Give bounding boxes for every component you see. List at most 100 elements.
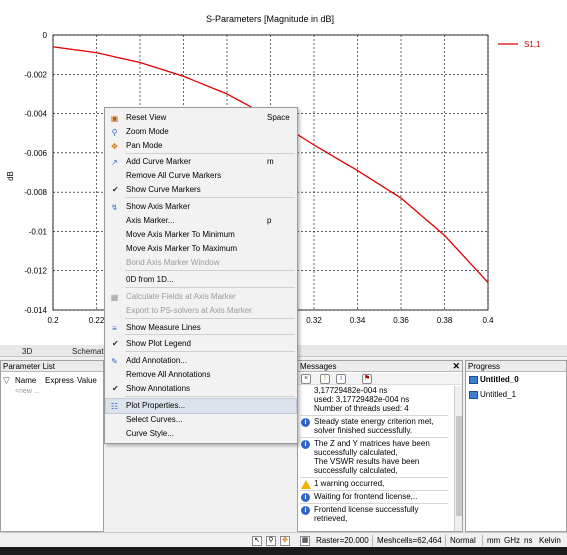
info-icon: i: [301, 493, 310, 502]
clear-messages-icon[interactable]: ×: [301, 374, 311, 384]
menu-item-label: Move Axis Marker To Maximum: [126, 244, 237, 253]
menu-item-add-curve-marker[interactable]: ↗ Add Curve Marker m: [106, 155, 296, 169]
curve-marker-icon: ↗: [111, 158, 118, 167]
menu-item-select-curves[interactable]: Select Curves...: [106, 413, 296, 427]
progress-item[interactable]: Untitled_0: [480, 375, 519, 385]
raster-value: Raster=20.000: [316, 536, 369, 545]
x-tick-label: 0.2: [47, 316, 59, 325]
flag-icon[interactable]: ⚑: [362, 374, 372, 384]
filter-info-icon[interactable]: i: [336, 374, 346, 384]
axis-marker-icon: ↯: [111, 203, 118, 212]
menu-item-label: Zoom Mode: [126, 127, 169, 136]
parameter-list-title: Parameter List: [3, 362, 56, 371]
legend-label: S1,1: [524, 40, 541, 49]
menu-item-label: Plot Properties...: [126, 401, 186, 410]
legend: S1,1: [498, 40, 541, 49]
message-text: used: 3,17729482e-004 ns: [314, 395, 410, 404]
parameter-list-panel: Parameter List ▽ Name Express Value <new…: [0, 360, 104, 532]
progress-item[interactable]: Untitled_1: [480, 390, 516, 400]
column-value[interactable]: Value: [77, 375, 97, 386]
menu-item-show-annotations[interactable]: ✔ Show Annotations: [106, 382, 296, 396]
menu-item-remove-all-curve-markers[interactable]: Remove All Curve Markers: [106, 169, 296, 183]
info-icon: i: [301, 440, 310, 449]
checkmark-icon: ✔: [112, 185, 119, 194]
measure-icon: ≡: [112, 324, 117, 333]
menu-item-add-annotation[interactable]: ✎ Add Annotation...: [106, 354, 296, 368]
tab-3d[interactable]: 3D: [18, 346, 36, 357]
message-separator: [300, 490, 448, 491]
unit-time[interactable]: ns: [521, 533, 535, 548]
column-expression[interactable]: Express: [45, 375, 74, 386]
menu-item-shortcut: Space: [267, 113, 290, 122]
properties-icon: ☷: [110, 402, 119, 411]
menu-item-zoom-mode[interactable]: ⚲ Zoom Mode: [106, 125, 296, 139]
x-tick-label: 0.34: [350, 316, 366, 325]
progress-header: Progress: [466, 361, 566, 372]
menu-item-label: Add Curve Marker: [126, 157, 191, 166]
y-tick-label: -0.008: [24, 188, 47, 197]
filter-warnings-icon[interactable]: !: [320, 374, 330, 384]
messages-close-icon[interactable]: ✕: [452, 361, 460, 371]
checkmark-icon: ✔: [112, 339, 119, 348]
project-icon: [469, 376, 478, 384]
project-icon: [469, 391, 478, 399]
new-parameter-row[interactable]: <new ...: [15, 388, 40, 395]
y-tick-label: -0.004: [24, 110, 47, 119]
menu-item-label: Reset View: [126, 113, 167, 122]
info-icon: i: [301, 506, 310, 515]
messages-panel: Messages ✕ × ! i ⚑ 3,17729482e-004 ns use…: [297, 360, 463, 532]
menu-separator: [125, 318, 295, 319]
menu-item-move-axis-marker-to-minimum[interactable]: Move Axis Marker To Minimum: [106, 228, 296, 242]
messages-title: Messages: [300, 362, 337, 371]
menu-item-show-plot-legend[interactable]: ✔ Show Plot Legend: [106, 337, 296, 351]
menu-item-label: Add Annotation...: [126, 356, 187, 365]
menu-item-axis-marker[interactable]: Axis Marker... p: [106, 214, 296, 228]
menu-item-show-curve-markers[interactable]: ✔ Show Curve Markers: [106, 183, 296, 197]
menu-item-label: Show Axis Marker: [126, 202, 191, 211]
checkmark-icon: ✔: [112, 384, 119, 393]
annotation-icon: ✎: [111, 357, 118, 366]
pan-icon: ✥: [111, 142, 118, 151]
menu-item-0d-from-1d[interactable]: 0D from 1D...: [106, 273, 296, 287]
reset-view-icon: ▣: [110, 114, 119, 123]
messages-toolbar: × ! i ⚑: [298, 373, 462, 385]
x-tick-label: 0.32: [306, 316, 322, 325]
menu-item-curve-style[interactable]: Curve Style...: [106, 427, 296, 441]
menu-item-label: Remove All Annotations: [126, 370, 211, 379]
x-tick-label: 0.38: [437, 316, 453, 325]
select-tool-icon[interactable]: ↖: [252, 536, 262, 546]
x-tick-label: 0.4: [482, 316, 494, 325]
menu-separator: [125, 396, 295, 397]
message-text: retrieved,: [314, 514, 348, 523]
zoom-tool-icon[interactable]: ⚲: [266, 536, 276, 546]
menu-item-bond-axis-marker-window: Bond Axis Marker Window: [106, 256, 296, 270]
menu-item-shortcut: m: [267, 157, 274, 166]
menu-item-show-axis-marker[interactable]: ↯ Show Axis Marker: [106, 200, 296, 214]
menu-item-remove-all-annotations[interactable]: Remove All Annotations: [106, 368, 296, 382]
mode-value[interactable]: Normal: [447, 533, 479, 548]
messages-scroll-thumb[interactable]: [456, 416, 462, 516]
message-text: Number of threads used: 4: [314, 404, 409, 413]
unit-temperature[interactable]: Kelvin: [536, 533, 564, 548]
message-text: 3,17729482e-004 ns: [314, 386, 388, 395]
menu-item-label: Axis Marker...: [126, 216, 175, 225]
menu-item-show-measure-lines[interactable]: ≡ Show Measure Lines: [106, 321, 296, 335]
pan-tool-icon[interactable]: ✥: [280, 536, 290, 546]
menu-separator: [125, 351, 295, 352]
column-name[interactable]: Name: [15, 375, 36, 386]
message-text: Steady state energy criterion met,: [314, 417, 434, 426]
menu-item-reset-view[interactable]: ▣ Reset View Space: [106, 111, 296, 125]
unit-frequency[interactable]: GHz: [501, 533, 523, 548]
filter-icon[interactable]: ▽: [3, 375, 10, 386]
app-window: 0.20.220.240.260.280.30.320.340.360.380.…: [0, 0, 567, 555]
messages-scrollbar[interactable]: [454, 386, 462, 531]
menu-item-pan-mode[interactable]: ✥ Pan Mode: [106, 139, 296, 153]
raster-icon[interactable]: ▦: [300, 536, 310, 546]
menu-item-move-axis-marker-to-maximum[interactable]: Move Axis Marker To Maximum: [106, 242, 296, 256]
x-tick-label: 0.36: [393, 316, 409, 325]
menu-item-plot-properties[interactable]: ☷ Plot Properties...: [105, 398, 297, 414]
menu-separator: [125, 287, 295, 288]
message-text: 1 warning occurred,: [314, 479, 385, 488]
tab-schematic[interactable]: Schemat: [68, 346, 108, 357]
menu-item-label: Move Axis Marker To Minimum: [126, 230, 235, 239]
